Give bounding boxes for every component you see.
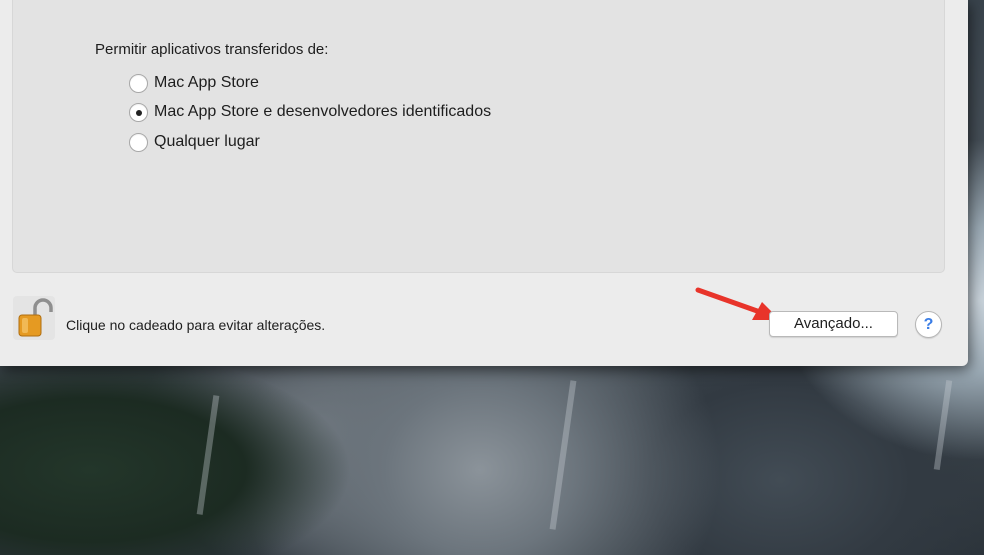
radio-label: Mac App Store	[154, 74, 259, 91]
radio-button[interactable]	[129, 73, 148, 93]
radio-option-identified-developers[interactable]: Mac App Store e desenvolvedores identifi…	[129, 101, 491, 123]
lock-instruction-text: Clique no cadeado para evitar alterações…	[66, 317, 326, 333]
radio-button[interactable]	[129, 132, 148, 152]
wallpaper-detail	[933, 380, 953, 470]
radio-label: Mac App Store e desenvolvedores identifi…	[154, 103, 492, 120]
allow-apps-prompt: Permitir aplicativos transferidos de:	[95, 41, 329, 58]
help-button[interactable]: ?	[915, 311, 942, 338]
radio-option-anywhere[interactable]: Qualquer lugar	[129, 131, 260, 153]
advanced-button[interactable]: Avançado...	[769, 311, 898, 337]
wallpaper-detail	[196, 395, 220, 515]
security-preferences-window: Permitir aplicativos transferidos de: Ma…	[0, 0, 968, 366]
wallpaper-detail	[549, 380, 577, 530]
radio-button-selected[interactable]	[129, 102, 148, 122]
radio-option-mac-app-store[interactable]: Mac App Store	[129, 72, 259, 94]
radio-label: Qualquer lugar	[154, 133, 260, 150]
open-padlock-icon[interactable]	[13, 296, 55, 340]
